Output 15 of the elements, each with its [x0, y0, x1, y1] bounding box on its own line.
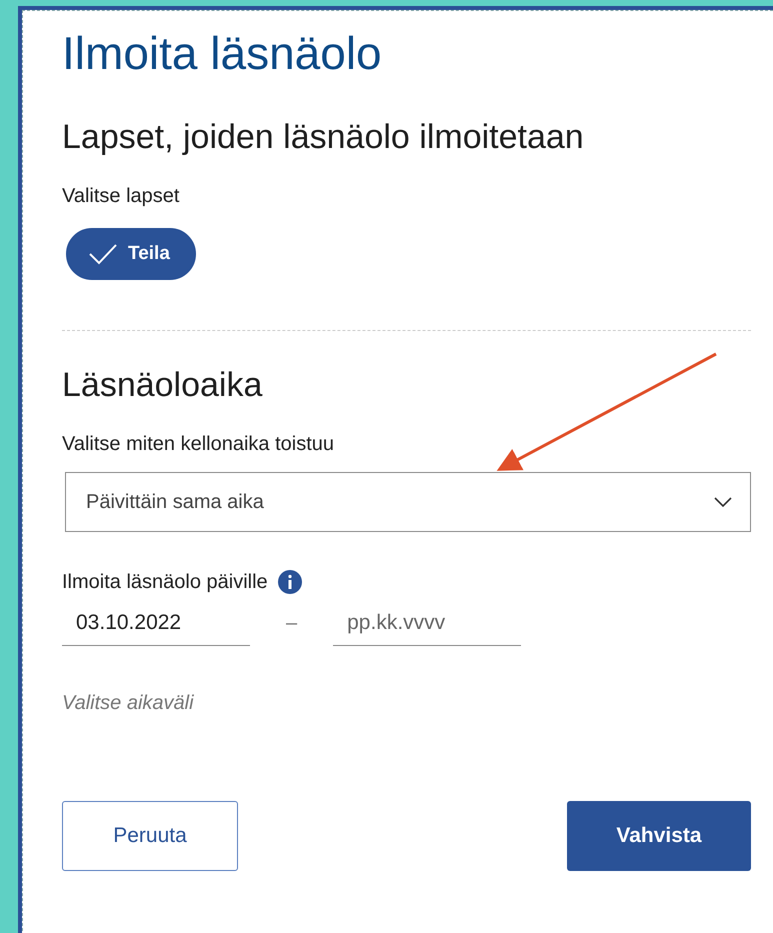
confirm-button[interactable]: Vahvista	[567, 801, 751, 871]
info-icon[interactable]	[278, 570, 302, 594]
section-heading: Lapset, joiden läsnäolo ilmoitetaan	[62, 117, 585, 157]
hint-text: Valitse aikaväli	[62, 692, 195, 715]
field-label: Valitse lapset	[62, 185, 180, 208]
child-chip[interactable]: Teila	[66, 228, 196, 280]
field-label: Ilmoita läsnäolo päiville	[62, 570, 268, 594]
check-icon	[88, 243, 118, 265]
repeat-dropdown[interactable]: Päivittäin sama aika	[65, 472, 751, 532]
dialog-title: Ilmoita läsnäolo	[62, 26, 383, 81]
section-heading: Läsnäoloaika	[62, 365, 264, 405]
date-separator: –	[286, 612, 298, 634]
field-label: Valitse miten kellonaika toistuu	[62, 433, 335, 456]
cancel-button[interactable]: Peruuta	[62, 801, 238, 871]
chevron-down-icon	[714, 497, 732, 507]
